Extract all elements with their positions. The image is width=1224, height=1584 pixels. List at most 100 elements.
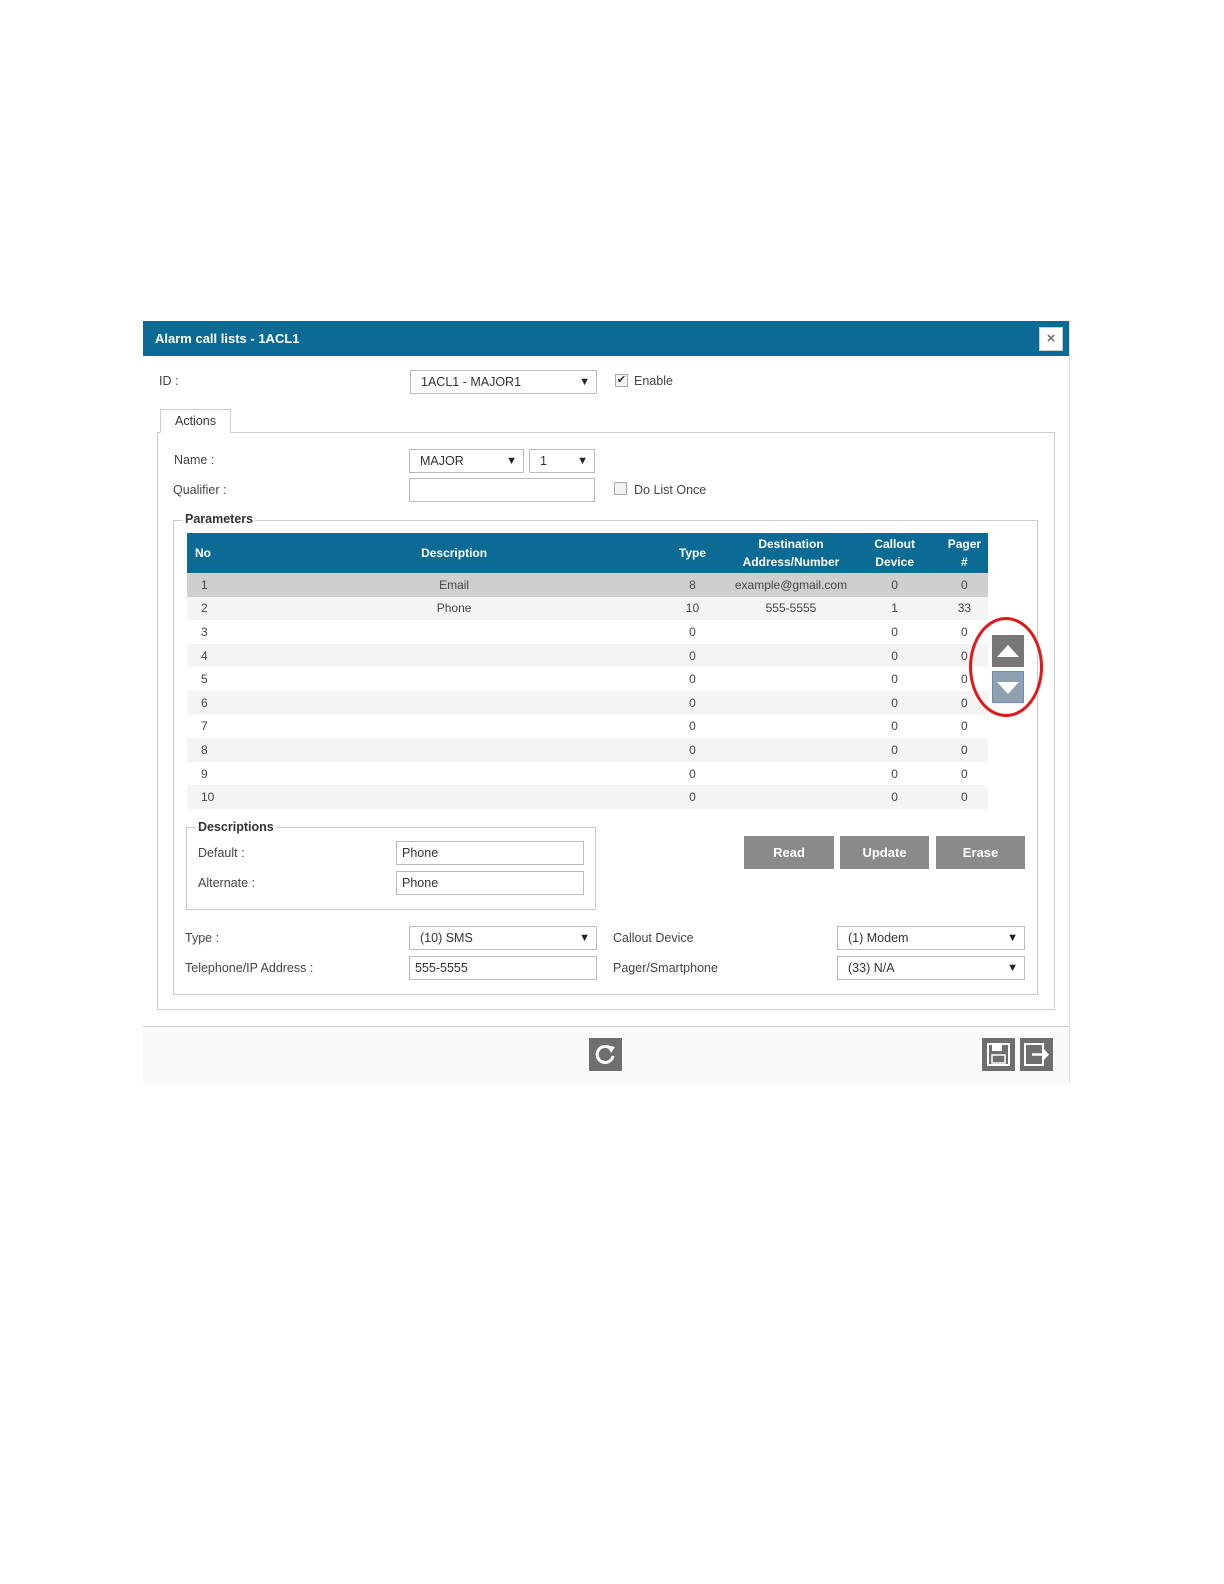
cell-callout: 0 <box>848 785 941 809</box>
cell-callout: 0 <box>848 620 941 644</box>
name-index-select[interactable]: 1 ▼ <box>529 449 595 473</box>
cell-pager: 0 <box>940 573 988 597</box>
col-callout-line1: Callout <box>874 537 915 551</box>
parameters-legend: Parameters <box>183 512 256 526</box>
checkbox-icon: ✔ <box>616 374 627 386</box>
col-destination-line1: Destination <box>758 537 824 551</box>
cell-pager: 0 <box>940 785 988 809</box>
id-select-value: 1ACL1 - MAJOR1 <box>421 375 522 389</box>
dropdown-caret-icon: ▼ <box>579 376 590 388</box>
cell-no: 9 <box>187 761 257 786</box>
cell-pager: 33 <box>940 596 988 621</box>
cell-destination <box>733 667 849 691</box>
alternate-description-input[interactable]: Phone <box>396 871 584 895</box>
refresh-icon <box>595 1044 615 1064</box>
do-list-once-label: Do List Once <box>634 483 707 497</box>
col-pager-line2: # <box>961 555 968 569</box>
cell-callout: 0 <box>848 738 941 762</box>
tab-actions[interactable]: Actions <box>160 409 231 433</box>
col-type: Type <box>651 533 734 573</box>
table-row[interactable]: 5000 <box>187 667 988 691</box>
cell-callout: 0 <box>848 761 941 786</box>
qualifier-input[interactable] <box>409 478 595 502</box>
cell-type: 8 <box>651 573 734 597</box>
default-description-input[interactable]: Phone <box>396 841 584 865</box>
cell-type: 0 <box>651 620 734 644</box>
exit-icon <box>1024 1043 1049 1066</box>
id-label: ID : <box>159 374 179 388</box>
cell-description: Email <box>256 573 652 597</box>
cell-callout: 0 <box>848 667 941 691</box>
cell-description <box>256 785 652 809</box>
cell-description <box>256 643 652 668</box>
table-row[interactable]: 2 Phone 10 555-5555 1 33 <box>187 596 988 621</box>
callout-device-label: Callout Device <box>613 931 694 945</box>
cell-type: 0 <box>651 785 734 809</box>
cell-pager: 0 <box>940 738 988 762</box>
descriptions-fieldset <box>186 827 596 910</box>
default-description-label: Default : <box>198 846 245 860</box>
do-list-once-checkbox[interactable] <box>614 482 627 495</box>
table-row[interactable]: 1 Email 8 example@gmail.com 0 0 <box>187 573 988 597</box>
table-row[interactable]: 4000 <box>187 643 988 668</box>
descriptions-legend: Descriptions <box>196 820 276 834</box>
exit-button[interactable] <box>1020 1038 1053 1071</box>
cell-pager: 0 <box>940 761 988 786</box>
dialog-titlebar: Alarm call lists - 1ACL1 × <box>143 321 1069 356</box>
close-button[interactable]: × <box>1039 327 1063 351</box>
save-button[interactable] <box>982 1038 1015 1071</box>
col-destination-line2: Address/Number <box>742 555 840 569</box>
cell-callout: 0 <box>848 643 941 668</box>
cell-destination: 555-5555 <box>733 596 849 621</box>
cell-no: 1 <box>187 573 257 597</box>
type-select[interactable]: (10) SMS ▼ <box>409 926 597 950</box>
cell-destination: example@gmail.com <box>733 573 849 597</box>
table-row[interactable]: 10 0 0 0 <box>187 785 988 809</box>
enable-label: Enable <box>634 374 673 388</box>
cell-type: 0 <box>651 714 734 739</box>
erase-button[interactable]: Erase <box>936 836 1025 869</box>
read-button[interactable]: Read <box>744 836 834 869</box>
cell-description <box>256 690 652 715</box>
table-row[interactable]: 7000 <box>187 714 988 739</box>
name-select-value: MAJOR <box>420 454 464 468</box>
col-pager: Pager # <box>940 533 988 573</box>
update-button[interactable]: Update <box>840 836 929 869</box>
cell-no: 5 <box>187 667 257 691</box>
table-row[interactable]: 6000 <box>187 690 988 715</box>
cell-description: Phone <box>256 596 652 621</box>
alarm-call-lists-dialog: Alarm call lists - 1ACL1 × ID : 1ACL1 - … <box>143 321 1070 1084</box>
qualifier-label: Qualifier : <box>173 483 227 497</box>
pager-select[interactable]: (33) N/A ▼ <box>837 956 1025 980</box>
address-input[interactable]: 555-5555 <box>409 956 597 980</box>
enable-checkbox[interactable]: ✔ <box>615 374 628 387</box>
highlight-ring <box>969 617 1043 717</box>
col-callout: Callout Device <box>848 533 941 573</box>
dialog-footer <box>143 1026 1069 1084</box>
table-row[interactable]: 8000 <box>187 738 988 762</box>
dropdown-caret-icon: ▼ <box>577 455 588 467</box>
id-select[interactable]: 1ACL1 - MAJOR1 ▼ <box>410 370 597 394</box>
parameters-table: No Description Type Destination Address/… <box>187 533 988 809</box>
tab-actions-label: Actions <box>175 414 216 428</box>
refresh-button[interactable] <box>589 1038 622 1071</box>
cell-callout: 0 <box>848 573 941 597</box>
cell-description <box>256 620 652 644</box>
pager-label: Pager/Smartphone <box>613 961 718 975</box>
table-row[interactable]: 9000 <box>187 761 988 786</box>
type-label: Type : <box>185 931 220 945</box>
name-index-value: 1 <box>540 454 547 468</box>
type-select-value: (10) SMS <box>420 931 473 945</box>
cell-no: 3 <box>187 620 257 644</box>
cell-no: 10 <box>187 785 257 809</box>
cell-destination <box>733 714 849 739</box>
cell-destination <box>733 690 849 715</box>
dialog-title: Alarm call lists - 1ACL1 <box>155 331 300 346</box>
cell-no: 7 <box>187 714 257 739</box>
cell-type: 0 <box>651 643 734 668</box>
name-select[interactable]: MAJOR ▼ <box>409 449 524 473</box>
pager-select-value: (33) N/A <box>848 961 895 975</box>
dropdown-caret-icon: ▼ <box>1007 932 1018 944</box>
callout-device-select[interactable]: (1) Modem ▼ <box>837 926 1025 950</box>
table-row[interactable]: 3000 <box>187 620 988 644</box>
